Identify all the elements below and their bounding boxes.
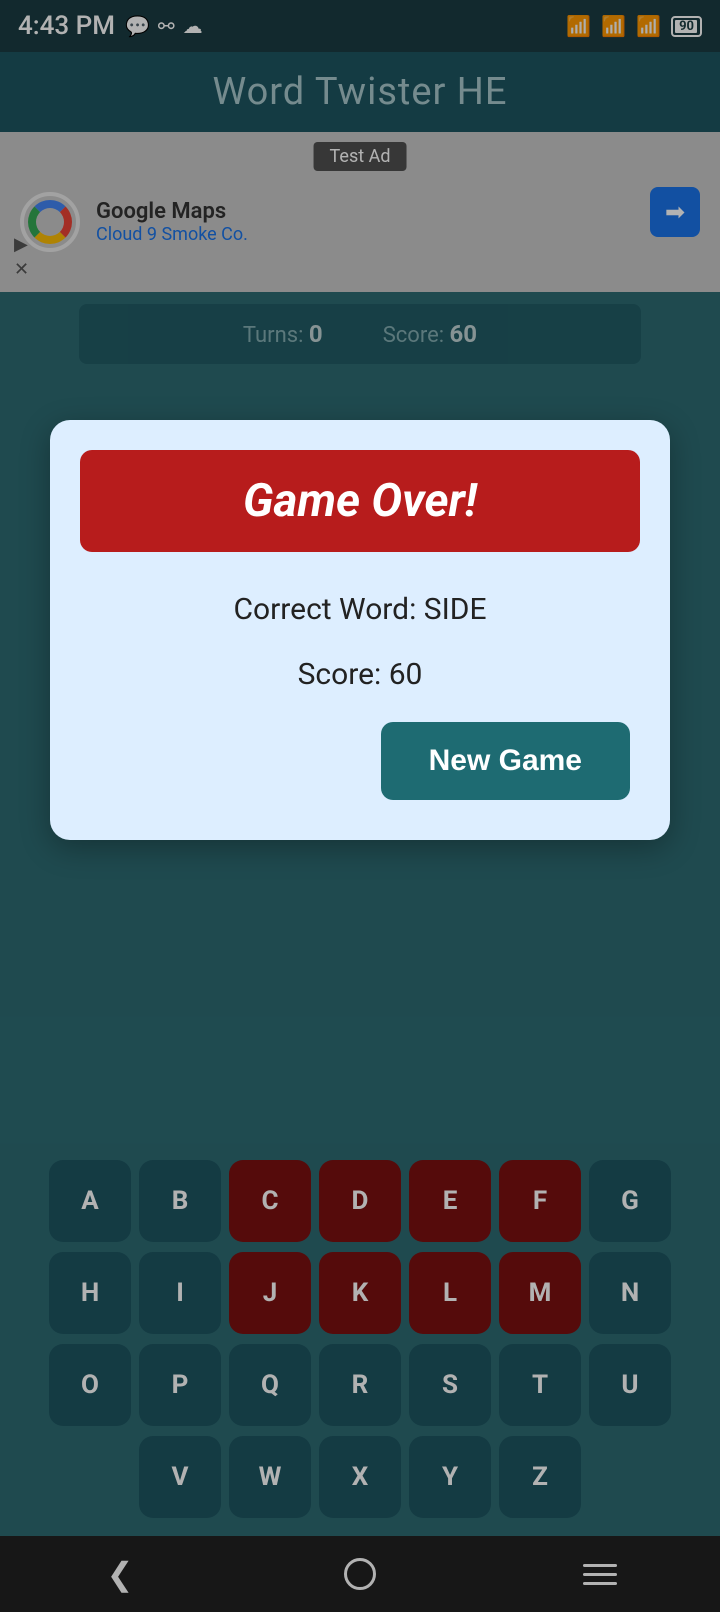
game-over-modal: Game Over! Correct Word: SIDE Score: 60 … [50, 420, 670, 840]
game-over-banner: Game Over! [80, 450, 640, 552]
modal-score-display: Score: 60 [298, 657, 423, 692]
game-over-text: Game Over! [243, 474, 477, 528]
new-game-button[interactable]: New Game [381, 722, 630, 800]
correct-word-display: Correct Word: SIDE [233, 592, 486, 627]
modal-overlay: Game Over! Correct Word: SIDE Score: 60 … [0, 0, 720, 1612]
